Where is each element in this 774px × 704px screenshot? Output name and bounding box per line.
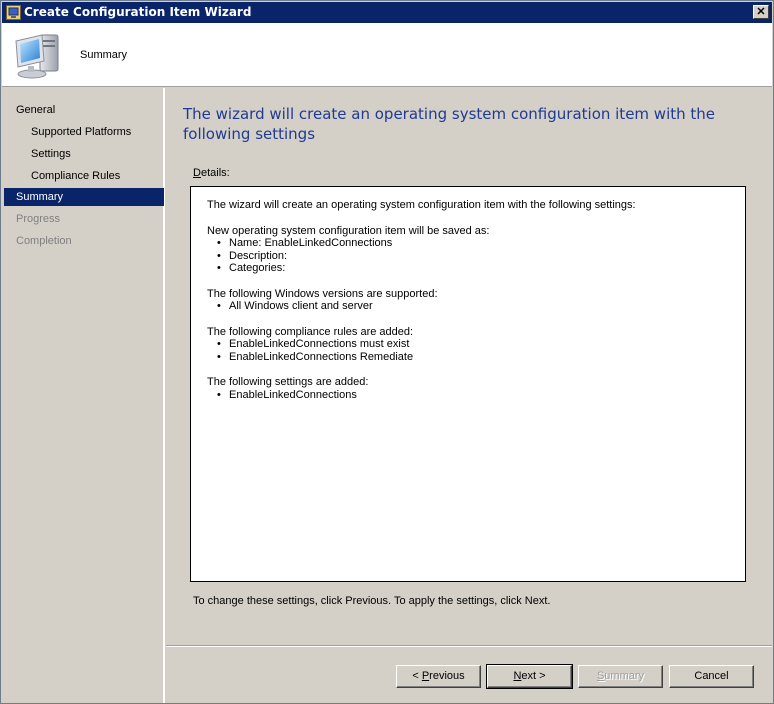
details-intro-section: The wizard will create an operating syst… [207, 199, 729, 212]
sidebar-item-compliance-rules[interactable]: Compliance Rules [4, 167, 164, 185]
previous-button[interactable]: < Previous [396, 665, 481, 688]
previous-button-label: revious [429, 670, 465, 682]
settings-header: The following settings are added: [207, 376, 369, 388]
close-button[interactable]: ✕ [753, 5, 769, 19]
window-title: Create Configuration Item Wizard [24, 5, 252, 19]
rules-header: The following compliance rules are added… [207, 325, 414, 338]
next-button-label: ext > [521, 670, 546, 682]
sidebar-item-summary[interactable]: Summary [4, 188, 164, 206]
rules-item: EnableLinkedConnections must exist [207, 338, 729, 351]
details-intro: The wizard will create an operating syst… [207, 199, 636, 211]
details-textbox[interactable]: The wizard will create an operating syst… [190, 186, 746, 582]
footer-note: To change these settings, click Previous… [193, 595, 551, 607]
versions-section: The following Windows versions are suppo… [207, 288, 729, 313]
page-heading: The wizard will create an operating syst… [183, 105, 716, 143]
sidebar-item-general[interactable]: General [4, 101, 164, 119]
sidebar-item-supported-platforms[interactable]: Supported Platforms [4, 123, 164, 141]
header-title: Summary [80, 49, 128, 61]
wizard-header: Summary [2, 23, 772, 87]
wizard-window: Create Configuration Item Wizard ✕ Summa… [0, 0, 774, 704]
close-icon: ✕ [756, 6, 766, 18]
saved-as-item: Description: [207, 250, 729, 263]
summary-button-label: ummary [604, 670, 645, 682]
next-button[interactable]: Next > [486, 664, 573, 689]
previous-button-prefix: < [412, 670, 422, 682]
summary-button: Summary [578, 665, 663, 688]
settings-item: EnableLinkedConnections [207, 389, 729, 402]
wizard-sidebar: General Supported Platforms Settings Com… [2, 88, 165, 703]
rules-item: EnableLinkedConnections Remediate [207, 351, 729, 364]
saved-as-item: Categories: [207, 262, 729, 275]
versions-header: The following Windows versions are suppo… [207, 287, 438, 300]
rules-section: The following compliance rules are added… [207, 326, 729, 364]
wizard-content: The wizard will create an operating syst… [166, 88, 772, 645]
button-bar: < Previous Next > Summary Cancel [166, 645, 772, 703]
cancel-button[interactable]: Cancel [669, 665, 754, 688]
title-bar[interactable]: Create Configuration Item Wizard ✕ [2, 2, 772, 23]
sidebar-item-completion: Completion [16, 235, 72, 247]
saved-as-section: New operating system configuration item … [207, 225, 729, 275]
sidebar-item-settings[interactable]: Settings [4, 145, 164, 163]
details-label-text: etails: [200, 167, 230, 179]
versions-item: All Windows client and server [207, 300, 729, 313]
details-label-mnemonic: D [193, 167, 201, 179]
sidebar-item-progress: Progress [16, 213, 61, 225]
details-label: Details: [193, 167, 230, 179]
settings-section: The following settings are added: Enable… [207, 376, 729, 401]
saved-as-item: Name: EnableLinkedConnections [207, 237, 729, 250]
wizard-app-icon [6, 5, 21, 20]
computer-icon [15, 34, 59, 79]
saved-as-header: New operating system configuration item … [207, 224, 490, 237]
